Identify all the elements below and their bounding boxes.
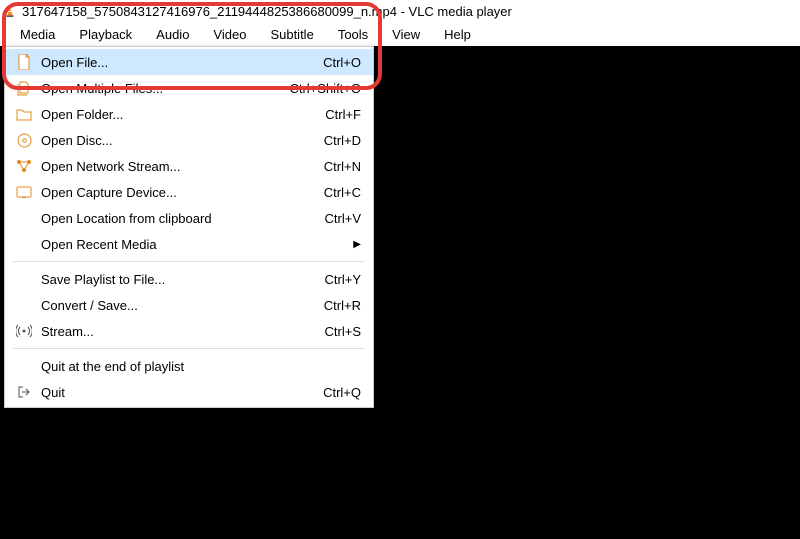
menubar: MediaPlaybackAudioVideoSubtitleToolsView… bbox=[0, 22, 800, 46]
media-menu-dropdown: Open File...Ctrl+OOpen Multiple Files...… bbox=[4, 46, 374, 408]
menu-separator bbox=[13, 261, 365, 262]
menu-view[interactable]: View bbox=[380, 24, 432, 45]
menuitem-shortcut: Ctrl+Y bbox=[315, 272, 361, 287]
window-title: 317647158_5750843127416976_2119444825386… bbox=[22, 4, 512, 19]
menuitem-open-network-stream[interactable]: Open Network Stream...Ctrl+N bbox=[5, 153, 373, 179]
quit-icon bbox=[13, 385, 35, 399]
menu-audio[interactable]: Audio bbox=[144, 24, 201, 45]
menu-playback[interactable]: Playback bbox=[67, 24, 144, 45]
menuitem-open-capture-device[interactable]: Open Capture Device...Ctrl+C bbox=[5, 179, 373, 205]
menuitem-shortcut: Ctrl+F bbox=[315, 107, 361, 122]
menu-media[interactable]: Media bbox=[8, 24, 67, 45]
files-icon bbox=[13, 80, 35, 96]
menuitem-label: Open Folder... bbox=[35, 107, 315, 122]
menuitem-shortcut: Ctrl+R bbox=[314, 298, 361, 313]
menuitem-label: Stream... bbox=[35, 324, 315, 339]
menuitem-stream[interactable]: Stream...Ctrl+S bbox=[5, 318, 373, 344]
menuitem-shortcut: Ctrl+N bbox=[314, 159, 361, 174]
menuitem-label: Open Location from clipboard bbox=[35, 211, 315, 226]
menuitem-shortcut: Ctrl+Q bbox=[313, 385, 361, 400]
menu-separator bbox=[13, 348, 365, 349]
file-icon bbox=[13, 54, 35, 70]
menuitem-quit[interactable]: QuitCtrl+Q bbox=[5, 379, 373, 405]
menuitem-label: Open Capture Device... bbox=[35, 185, 314, 200]
menuitem-label: Open Multiple Files... bbox=[35, 81, 279, 96]
menuitem-open-location-from-clipboard[interactable]: Open Location from clipboardCtrl+V bbox=[5, 205, 373, 231]
menuitem-open-folder[interactable]: Open Folder...Ctrl+F bbox=[5, 101, 373, 127]
menuitem-label: Open File... bbox=[35, 55, 313, 70]
titlebar: 317647158_5750843127416976_2119444825386… bbox=[0, 0, 800, 22]
menuitem-open-multiple-files[interactable]: Open Multiple Files...Ctrl+Shift+O bbox=[5, 75, 373, 101]
menuitem-open-recent-media[interactable]: Open Recent Media▶ bbox=[5, 231, 373, 257]
menuitem-shortcut: Ctrl+S bbox=[315, 324, 361, 339]
menuitem-shortcut: Ctrl+O bbox=[313, 55, 361, 70]
menuitem-label: Convert / Save... bbox=[35, 298, 314, 313]
menuitem-save-playlist-to-file[interactable]: Save Playlist to File...Ctrl+Y bbox=[5, 266, 373, 292]
capture-icon bbox=[13, 186, 35, 198]
menuitem-label: Open Disc... bbox=[35, 133, 314, 148]
menuitem-shortcut: Ctrl+D bbox=[314, 133, 361, 148]
menuitem-label: Save Playlist to File... bbox=[35, 272, 315, 287]
network-icon bbox=[13, 159, 35, 173]
menuitem-quit-at-the-end-of-playlist[interactable]: Quit at the end of playlist bbox=[5, 353, 373, 379]
disc-icon bbox=[13, 133, 35, 148]
menu-subtitle[interactable]: Subtitle bbox=[258, 24, 325, 45]
stream-icon bbox=[13, 324, 35, 338]
menuitem-open-file[interactable]: Open File...Ctrl+O bbox=[5, 49, 373, 75]
menuitem-shortcut: Ctrl+Shift+O bbox=[279, 81, 361, 96]
menuitem-shortcut: Ctrl+V bbox=[315, 211, 361, 226]
menuitem-convert-save[interactable]: Convert / Save...Ctrl+R bbox=[5, 292, 373, 318]
menuitem-shortcut: Ctrl+C bbox=[314, 185, 361, 200]
menu-video[interactable]: Video bbox=[201, 24, 258, 45]
vlc-cone-icon bbox=[4, 5, 16, 17]
folder-icon bbox=[13, 107, 35, 121]
menuitem-label: Quit bbox=[35, 385, 313, 400]
menuitem-label: Quit at the end of playlist bbox=[35, 359, 361, 374]
submenu-arrow-icon: ▶ bbox=[353, 239, 361, 250]
menuitem-label: Open Recent Media bbox=[35, 237, 361, 252]
menu-tools[interactable]: Tools bbox=[326, 24, 380, 45]
menu-help[interactable]: Help bbox=[432, 24, 483, 45]
menuitem-open-disc[interactable]: Open Disc...Ctrl+D bbox=[5, 127, 373, 153]
menuitem-label: Open Network Stream... bbox=[35, 159, 314, 174]
